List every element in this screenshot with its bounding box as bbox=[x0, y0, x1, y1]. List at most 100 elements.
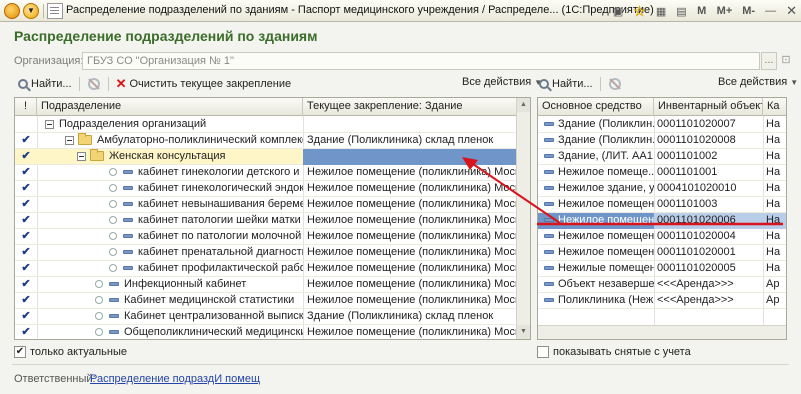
scroll-down-icon[interactable]: ▼ bbox=[517, 325, 530, 339]
table-row[interactable]: Нежилое помещен... 0001101020004 На bbox=[538, 229, 786, 245]
table-row[interactable]: ✔ кабинет невынашивания беременностиНежил… bbox=[15, 197, 518, 213]
asset-cell[interactable]: Нежилое помещен... bbox=[538, 245, 654, 261]
assets-table[interactable]: Основное средство Инвентарный объект Ка … bbox=[537, 97, 787, 340]
asset-cell[interactable]: Нежилое помеще... bbox=[538, 165, 654, 181]
table-row[interactable]: Подразделения организаций bbox=[15, 117, 518, 133]
table-row[interactable]: Нежилые помещен...0001101020005На bbox=[538, 261, 786, 277]
building-cell[interactable]: Нежилое помещение (поликлиника) Моск... bbox=[303, 181, 518, 197]
right-all-actions-button[interactable]: Все действия ▼ bbox=[718, 76, 798, 88]
division-cell[interactable]: кабинет невынашивания беременности bbox=[37, 197, 303, 213]
extra-cell[interactable]: На bbox=[763, 213, 786, 229]
clear-binding-button[interactable]: ✕ Очистить текущее закрепление bbox=[112, 75, 296, 93]
asset-column-header[interactable]: Основное средство bbox=[538, 98, 654, 116]
table-row[interactable]: ✔ кабинет гинекологии детского и подр...Н… bbox=[15, 165, 518, 181]
checkbox-box[interactable] bbox=[537, 346, 549, 358]
responsible-link[interactable]: Распределение подраздИ помещ bbox=[90, 373, 260, 385]
table-row[interactable]: ✔ кабинет по патологии молочной железыНеж… bbox=[15, 229, 518, 245]
extra-column-header[interactable]: Ка bbox=[763, 98, 786, 116]
division-cell[interactable]: Кабинет централизованной выписки реце... bbox=[37, 309, 303, 325]
table-row[interactable]: ✔ Кабинет централизованной выписки реце..… bbox=[15, 309, 518, 325]
app-icon[interactable] bbox=[4, 3, 20, 19]
inventory-cell[interactable]: 0001101020008 bbox=[654, 133, 763, 149]
building-cell[interactable]: Нежилое помещение (поликлиника) Моск... bbox=[303, 245, 518, 261]
only-current-checkbox[interactable]: ✔ только актуальные bbox=[14, 346, 127, 358]
division-cell[interactable]: Инфекционный кабинет bbox=[37, 277, 303, 293]
division-cell[interactable]: Общеполиклинический медицинский перс... bbox=[37, 325, 303, 339]
asset-cell[interactable]: Нежилое помещен... bbox=[538, 229, 654, 245]
table-row[interactable]: Здание (Поликлин... 0001101020007 На bbox=[538, 117, 786, 133]
division-cell[interactable]: Подразделения организаций bbox=[37, 117, 303, 133]
memory-mplus-button[interactable]: M+ bbox=[713, 2, 737, 20]
left-find-button[interactable]: Найти... bbox=[14, 75, 76, 93]
table-row[interactable]: ✔ Кабинет медицинской статистики Нежилое п… bbox=[15, 293, 518, 309]
inventory-cell[interactable]: 0001101020004 bbox=[654, 229, 763, 245]
building-cell[interactable]: Нежилое помещение (поликлиника) Моск... bbox=[303, 229, 518, 245]
inventory-cell[interactable]: 0004101020010 bbox=[654, 181, 763, 197]
table-row[interactable]: Поликлиника (Неж... <<<Аренда>>> Ар bbox=[538, 293, 786, 309]
table-row[interactable]: Нежилое помещен... 0001101003 На bbox=[538, 197, 786, 213]
building-cell[interactable]: Нежилое помещение (поликлиника) Моск... bbox=[303, 325, 518, 339]
extra-cell[interactable]: На bbox=[763, 133, 786, 149]
inventory-cell[interactable]: 0001101020005 bbox=[654, 261, 763, 277]
right-cancel-search-button[interactable] bbox=[604, 75, 626, 93]
mark-column-header[interactable]: ! bbox=[15, 98, 37, 116]
close-button[interactable]: ✕ bbox=[782, 2, 801, 20]
vertical-scrollbar[interactable]: ▲ ▼ bbox=[516, 98, 530, 339]
extra-cell[interactable]: На bbox=[763, 181, 786, 197]
inventory-cell[interactable]: 0001101020001 bbox=[654, 245, 763, 261]
extra-cell[interactable]: На bbox=[763, 197, 786, 213]
building-cell[interactable]: Нежилое помещение (поликлиника) Моск... bbox=[303, 197, 518, 213]
building-cell[interactable]: Здание (Поликлиника) склад пленок bbox=[303, 309, 518, 325]
inventory-cell[interactable]: 0001101020006 bbox=[654, 213, 763, 229]
division-cell[interactable]: Амбулаторно-поликлинический комплекс №1 bbox=[37, 133, 303, 149]
checkbox-box[interactable]: ✔ bbox=[14, 346, 26, 358]
building-cell[interactable] bbox=[303, 117, 518, 133]
memory-mminus-button[interactable]: M- bbox=[738, 2, 759, 20]
division-cell[interactable]: кабинет по патологии молочной железы bbox=[37, 229, 303, 245]
table-row[interactable]: ✔ кабинет гинекологический эндокрино...Не… bbox=[15, 181, 518, 197]
table-row[interactable]: ✔ Общеполиклинический медицинский перс...… bbox=[15, 325, 518, 339]
building-cell[interactable]: Нежилое помещение (поликлиника) Моск... bbox=[303, 277, 518, 293]
favorites-star-icon[interactable]: ☆ bbox=[629, 2, 650, 20]
division-cell[interactable]: Кабинет медицинской статистики bbox=[37, 293, 303, 309]
save-icon[interactable]: ▣ bbox=[609, 2, 627, 20]
table-row[interactable]: ✔ Инфекционный кабинет Нежилое помещение (… bbox=[15, 277, 518, 293]
extra-cell[interactable]: На bbox=[763, 245, 786, 261]
table-row[interactable]: Нежилое помещен... 0001101020001 На bbox=[538, 245, 786, 261]
extra-cell[interactable]: Ар bbox=[763, 277, 786, 293]
inventory-column-header[interactable]: Инвентарный объект bbox=[654, 98, 763, 116]
asset-cell[interactable]: Нежилое помещен... bbox=[538, 197, 654, 213]
table-row[interactable]: Здание (Поликлин... 0001101020008 На bbox=[538, 133, 786, 149]
show-removed-checkbox[interactable]: показывать снятые с учета bbox=[537, 346, 691, 358]
division-cell[interactable]: кабинет гинекологический эндокрино... bbox=[37, 181, 303, 197]
inventory-cell[interactable]: 0001101003 bbox=[654, 197, 763, 213]
table-row[interactable]: ✔ Амбулаторно-поликлинический комплекс №1… bbox=[15, 133, 518, 149]
scroll-up-icon[interactable]: ▲ bbox=[517, 98, 530, 112]
extra-cell[interactable]: На bbox=[763, 229, 786, 245]
table-row[interactable]: ✔ кабинет пренатальной диагностики Нежилое… bbox=[15, 245, 518, 261]
asset-cell[interactable]: Здание (Поликлин... bbox=[538, 117, 654, 133]
minimize-button[interactable]: — bbox=[761, 2, 780, 20]
extra-cell[interactable]: На bbox=[763, 261, 786, 277]
organization-field[interactable]: ГБУЗ СО "Организация № 1" bbox=[82, 52, 760, 70]
division-cell[interactable]: кабинет профилактической работы bbox=[37, 261, 303, 277]
division-cell[interactable]: кабинет пренатальной диагностики bbox=[37, 245, 303, 261]
main-menu-icon[interactable]: ▼ bbox=[23, 3, 39, 19]
table-row[interactable]: Нежилое помеще... 0001101001 На bbox=[538, 165, 786, 181]
extra-cell[interactable]: На bbox=[763, 165, 786, 181]
collapse-icon[interactable] bbox=[65, 135, 74, 145]
table-row[interactable]: Здание, (ЛИТ. АА1... 0001101002 На bbox=[538, 149, 786, 165]
division-cell[interactable]: кабинет патологии шейки матки bbox=[37, 213, 303, 229]
right-find-button[interactable]: Найти... bbox=[535, 75, 597, 93]
asset-cell[interactable]: Нежилые помещен... bbox=[538, 261, 654, 277]
building-cell[interactable]: Нежилое помещение (поликлиника) Моск... bbox=[303, 213, 518, 229]
left-cancel-search-button[interactable] bbox=[83, 75, 105, 93]
inventory-cell[interactable]: <<<Аренда>>> bbox=[654, 293, 763, 309]
inventory-cell[interactable]: 0001101001 bbox=[654, 165, 763, 181]
table-row[interactable]: Нежилое здание, у... 0004101020010 На bbox=[538, 181, 786, 197]
horizontal-scrollbar[interactable] bbox=[538, 325, 786, 339]
table-row[interactable]: ✔ кабинет профилактической работы Нежилое … bbox=[15, 261, 518, 277]
building-cell[interactable]: Нежилое помещение (поликлиника) Моск... bbox=[303, 165, 518, 181]
table-row[interactable]: ✔ кабинет патологии шейки матки Нежилое по… bbox=[15, 213, 518, 229]
building-cell[interactable]: Здание (Поликлиника) склад пленок bbox=[303, 133, 518, 149]
